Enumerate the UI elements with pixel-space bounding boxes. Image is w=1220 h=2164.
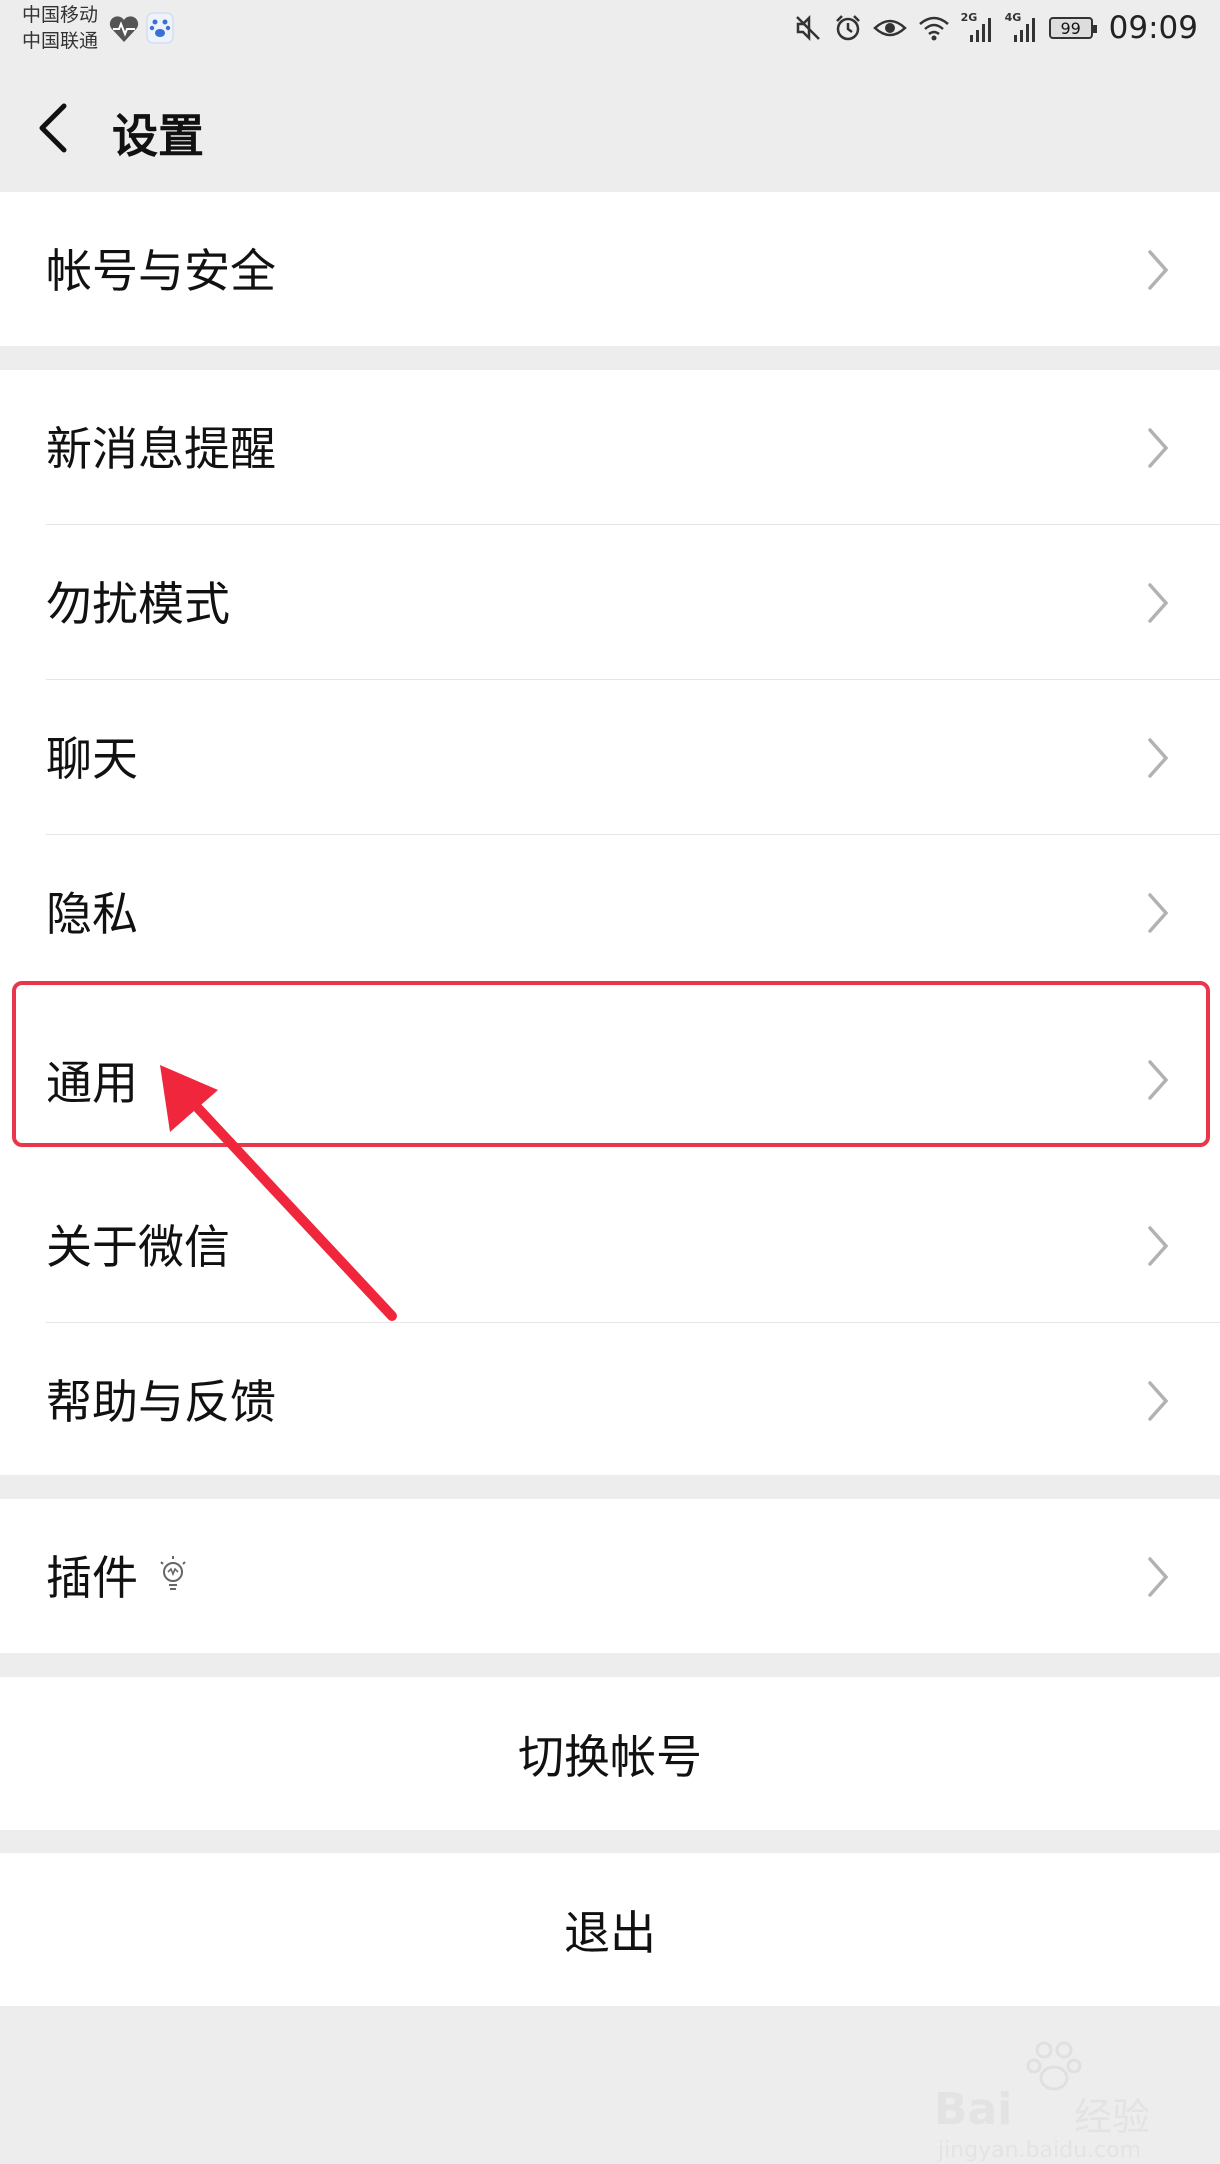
settings-group-switch: 切换帐号 [0,1677,1220,1830]
item-label: 隐私 [46,887,138,941]
chevron-right-icon [1148,1381,1169,1421]
logout-button[interactable]: 退出 [0,1853,1220,2006]
signal-2g: 2G [961,11,995,43]
item-label: 插件 [46,1551,138,1605]
settings-item-do-not-disturb[interactable]: 勿扰模式 [0,525,1220,680]
baidu-paw-icon [146,12,174,44]
chevron-right-icon [1148,1060,1169,1100]
switch-account-button[interactable]: 切换帐号 [0,1677,1220,1830]
mute-icon [795,14,820,42]
settings-item-privacy[interactable]: 隐私 [0,835,1220,990]
watermark-suffix: 经验 [1074,2095,1151,2139]
chevron-right-icon [1148,893,1169,933]
page-title: 设置 [112,109,204,163]
chevron-right-icon [1148,583,1169,623]
settings-item-account-security[interactable]: 帐号与安全 [0,192,1220,346]
settings-item-new-message-alert[interactable]: 新消息提醒 [0,370,1220,525]
settings-group-account: 帐号与安全 [0,192,1220,346]
settings-item-help-feedback[interactable]: 帮助与反馈 [0,1323,1220,1478]
clock: 09:09 [1108,10,1198,46]
settings-item-plugins[interactable]: 插件 [0,1499,1220,1653]
status-icons: 2G 4G 99 09:09 [793,10,1198,46]
health-icon [109,16,139,42]
settings-group-main: 新消息提醒 勿扰模式 聊天 隐私 通用 关于微信 帮助与反馈 [0,370,1220,1475]
nav-bar: 设置 [0,58,1220,192]
chevron-right-icon [1148,250,1169,290]
carrier-2: 中国联通 [22,30,99,52]
back-arrow-icon[interactable] [34,98,74,158]
settings-group-plugins: 插件 [0,1499,1220,1653]
chevron-right-icon [1148,1557,1169,1597]
alarm-icon [835,15,860,41]
settings-item-about-wechat[interactable]: 关于微信 [0,1168,1220,1323]
chevron-right-icon [1148,428,1169,468]
settings-item-general[interactable]: 通用 [0,990,1220,1168]
item-label: 关于微信 [46,1220,230,1274]
settings-item-chat[interactable]: 聊天 [0,680,1220,835]
watermark-brand: Bai [934,2084,1013,2135]
item-label: 帐号与安全 [46,244,276,298]
battery-icon: 99 [1048,17,1097,39]
battery-level: 99 [1060,18,1081,38]
settings-group-logout: 退出 [0,1853,1220,2006]
wifi-icon [918,16,949,41]
chevron-right-icon [1148,738,1169,778]
item-label: 通用 [46,1056,138,1110]
item-label: 帮助与反馈 [46,1375,276,1429]
item-label: 聊天 [46,732,138,786]
lightbulb-icon [160,1556,186,1590]
eye-icon [872,19,907,37]
signal-icon [969,18,991,42]
carrier-info: 中国移动 中国联通 [22,2,98,54]
baidu-jingyan-watermark: Bai 经验 jingyan.baidu.com [934,2036,1174,2163]
signal-icon [1013,18,1035,42]
signal-4g: 4G [1005,11,1039,43]
item-label: 新消息提醒 [46,422,276,476]
watermark-url: jingyan.baidu.com [938,2138,1142,2163]
carrier-1: 中国移动 [22,4,99,26]
item-label: 勿扰模式 [46,577,230,631]
status-bar: 中国移动 中国联通 2G 4G 99 09:09 [0,0,1220,58]
chevron-right-icon [1148,1226,1169,1266]
